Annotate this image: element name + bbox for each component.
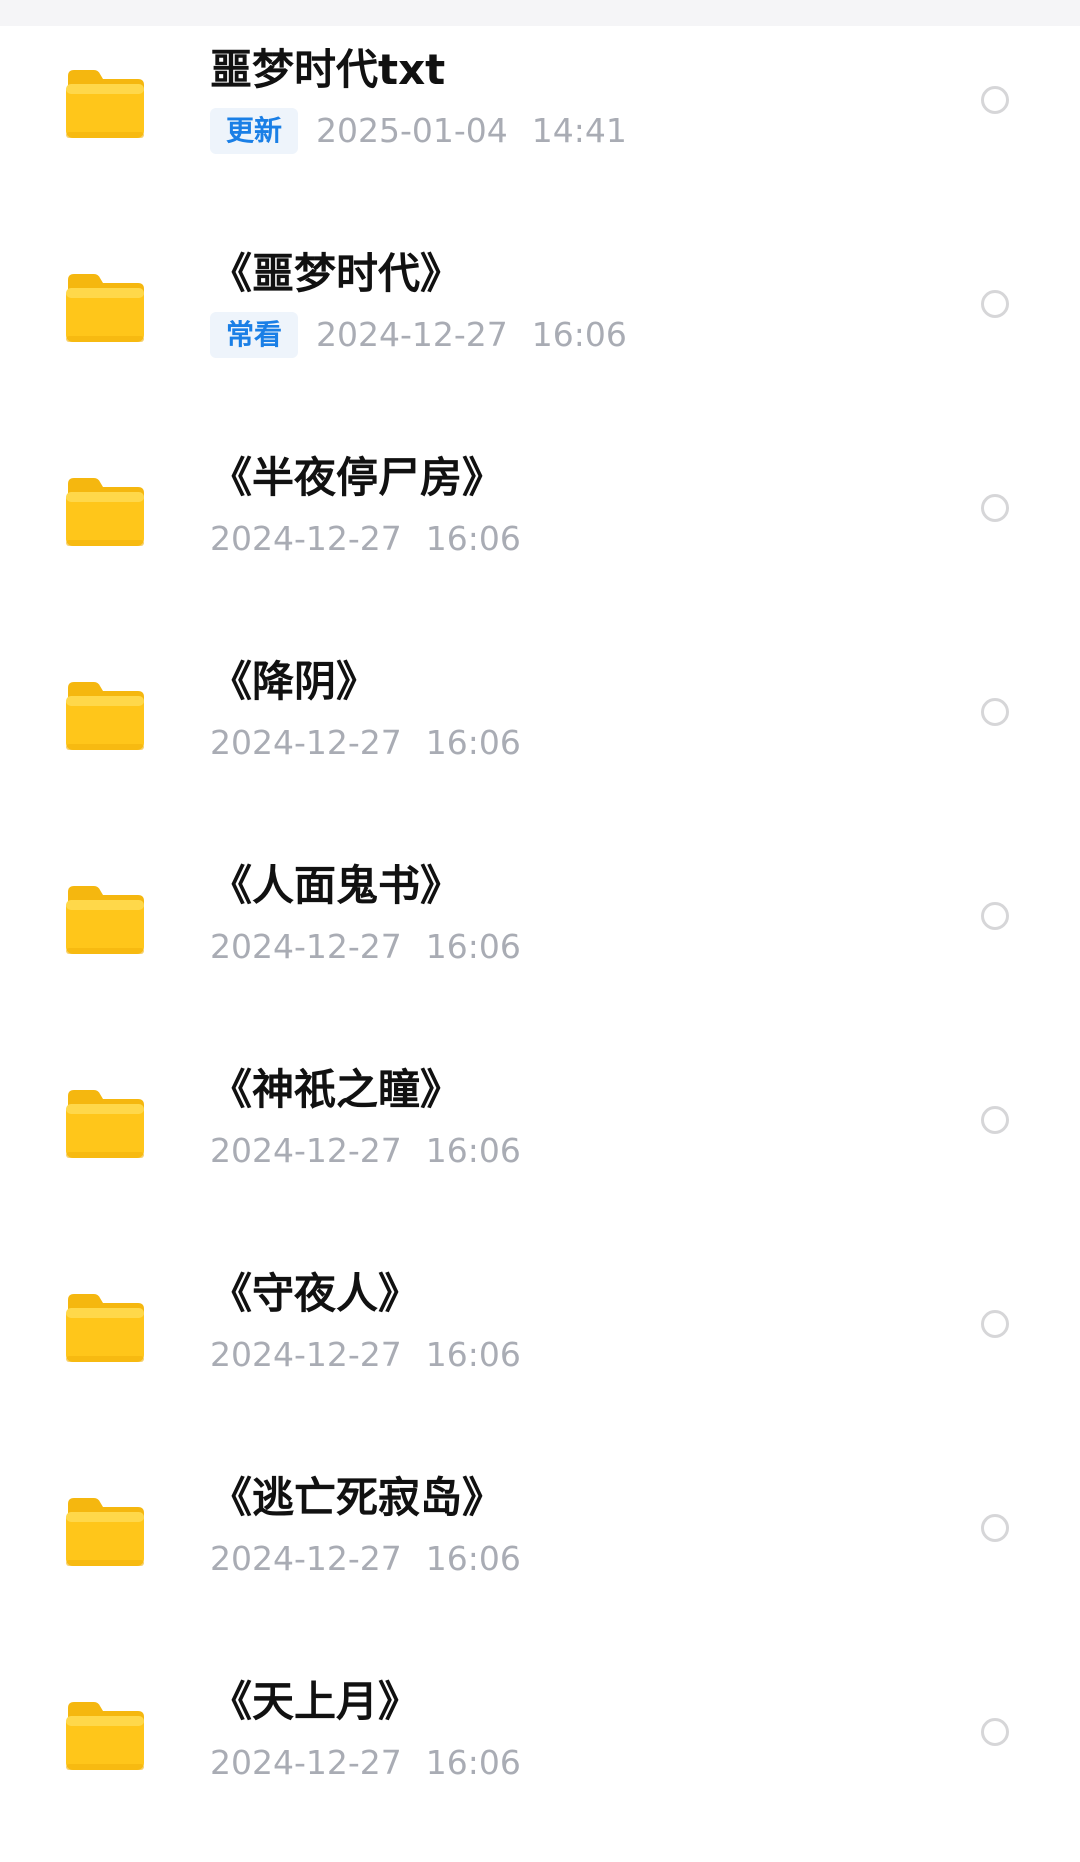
file-meta: 2024-12-27 16:06: [210, 1330, 521, 1380]
folder-icon: [62, 474, 148, 550]
file-date: 2024-12-27: [210, 1131, 402, 1170]
file-date: 2024-12-27: [210, 723, 402, 762]
status-badge: 常看: [210, 312, 299, 358]
select-radio-icon[interactable]: [981, 698, 1009, 726]
file-meta: 2024-12-27 16:06: [210, 718, 521, 768]
file-time: 16:06: [531, 315, 627, 354]
status-badge: 更新: [210, 108, 299, 154]
file-meta: 2024-12-27 16:06: [210, 514, 521, 564]
file-date: 2024-12-27: [316, 315, 508, 354]
file-name: 噩梦时代txt: [210, 45, 446, 94]
file-name: 《噩梦时代》: [210, 249, 463, 298]
file-time: 16:06: [425, 519, 521, 558]
file-date: 2025-01-04: [316, 111, 508, 150]
folder-icon: [62, 678, 148, 754]
file-time: 16:06: [425, 927, 521, 966]
file-name: 《降阴》: [210, 657, 379, 706]
file-meta: 2024-12-27 16:06: [210, 922, 521, 972]
file-date: 2024-12-27: [210, 1539, 402, 1578]
file-name: 《神祇之瞳》: [210, 1065, 463, 1114]
file-time: 16:06: [425, 723, 521, 762]
file-row[interactable]: 《神祇之瞳》 2024-12-27 16:06: [0, 1046, 1080, 1250]
select-radio-icon[interactable]: [981, 86, 1009, 114]
file-name: 《守夜人》: [210, 1269, 421, 1318]
file-meta: 2024-12-27 16:06: [210, 1534, 521, 1584]
file-time: 16:06: [425, 1743, 521, 1782]
folder-icon: [62, 1290, 148, 1366]
file-row[interactable]: 《逃亡死寂岛》 2024-12-27 16:06: [0, 1454, 1080, 1658]
select-radio-icon[interactable]: [981, 494, 1009, 522]
file-meta: 更新 2025-01-04 14:41: [210, 106, 627, 156]
top-bar: [0, 0, 1080, 26]
file-date: 2024-12-27: [210, 1335, 402, 1374]
folder-icon: [62, 1494, 148, 1570]
file-name: 《半夜停尸房》: [210, 453, 505, 502]
file-name: 《逃亡死寂岛》: [210, 1473, 505, 1522]
folder-icon: [62, 1086, 148, 1162]
file-row[interactable]: 噩梦时代txt 更新 2025-01-04 14:41: [0, 26, 1080, 230]
file-time: 16:06: [425, 1335, 521, 1374]
file-meta: 常看 2024-12-27 16:06: [210, 310, 627, 360]
select-radio-icon[interactable]: [981, 902, 1009, 930]
folder-icon: [62, 1698, 148, 1774]
folder-icon: [62, 270, 148, 346]
file-time: 16:06: [425, 1131, 521, 1170]
file-date: 2024-12-27: [210, 927, 402, 966]
file-date: 2024-12-27: [210, 519, 402, 558]
select-radio-icon[interactable]: [981, 1106, 1009, 1134]
select-radio-icon[interactable]: [981, 1514, 1009, 1542]
file-row[interactable]: 《降阴》 2024-12-27 16:06: [0, 638, 1080, 842]
file-row[interactable]: 《半夜停尸房》 2024-12-27 16:06: [0, 434, 1080, 638]
select-radio-icon[interactable]: [981, 290, 1009, 318]
file-row[interactable]: 《人面鬼书》 2024-12-27 16:06: [0, 842, 1080, 1046]
file-name: 《天上月》: [210, 1677, 421, 1726]
file-date: 2024-12-27: [210, 1743, 402, 1782]
file-time: 16:06: [425, 1539, 521, 1578]
file-list: 噩梦时代txt 更新 2025-01-04 14:41 《噩梦时代》 常看 20…: [0, 26, 1080, 1862]
file-row[interactable]: 《守夜人》 2024-12-27 16:06: [0, 1250, 1080, 1454]
file-row[interactable]: 《噩梦时代》 常看 2024-12-27 16:06: [0, 230, 1080, 434]
select-radio-icon[interactable]: [981, 1310, 1009, 1338]
file-name: 《人面鬼书》: [210, 861, 463, 910]
select-radio-icon[interactable]: [981, 1718, 1009, 1746]
file-row[interactable]: 《天上月》 2024-12-27 16:06: [0, 1658, 1080, 1862]
folder-icon: [62, 66, 148, 142]
file-meta: 2024-12-27 16:06: [210, 1738, 521, 1788]
folder-icon: [62, 882, 148, 958]
file-meta: 2024-12-27 16:06: [210, 1126, 521, 1176]
file-time: 14:41: [531, 111, 627, 150]
